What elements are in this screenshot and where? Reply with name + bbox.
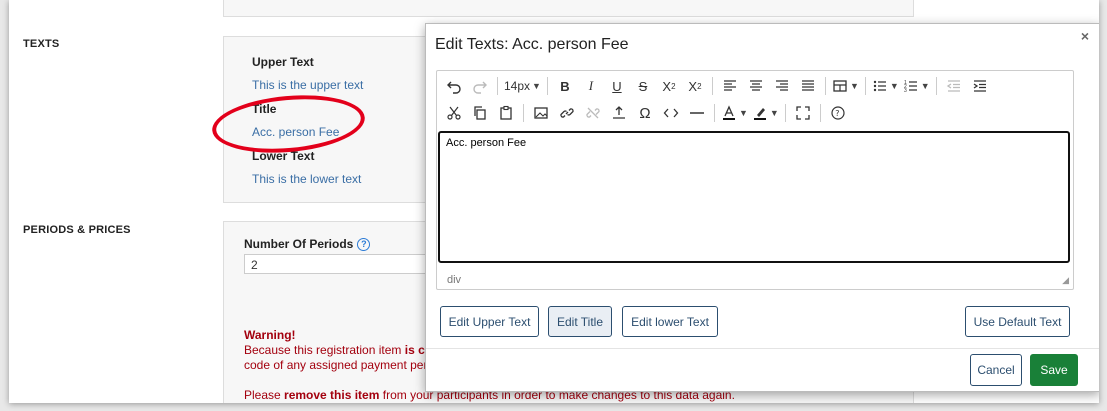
section-label-texts: TEXTS <box>23 38 60 50</box>
image-icon[interactable] <box>530 102 552 124</box>
toolbar-separator <box>523 104 524 122</box>
toolbar-separator <box>864 77 866 95</box>
text-color-icon[interactable]: ▼ <box>721 102 748 124</box>
toolbar-separator <box>497 77 498 95</box>
app-frame: TEXTS Upper Text This is the upper text … <box>9 0 1099 403</box>
chevron-down-icon: ▼ <box>769 108 779 118</box>
align-center-icon[interactable] <box>745 75 767 97</box>
toolbar-row-2: Ω ▼ ▼ ? <box>441 100 851 126</box>
font-size-value: 14px <box>504 79 531 93</box>
help-circle-icon[interactable]: ? <box>827 102 849 124</box>
warning-line3b: remove this item <box>284 388 380 402</box>
close-icon[interactable]: × <box>1081 28 1089 44</box>
numbered-list-icon[interactable]: 1 2 3 ▼ <box>903 75 930 97</box>
modal-footer-divider <box>426 348 1099 349</box>
toolbar-separator <box>784 104 786 122</box>
edit-lower-text-button[interactable]: Edit lower Text <box>622 306 718 337</box>
edit-title-button[interactable]: Edit Title <box>548 306 612 337</box>
cancel-button[interactable]: Cancel <box>970 354 1022 386</box>
font-size-select[interactable]: 14px ▼ <box>504 75 541 97</box>
upper-text-value[interactable]: This is the upper text <box>252 78 363 92</box>
align-right-icon[interactable] <box>771 75 793 97</box>
bullet-list-icon[interactable]: ▼ <box>872 75 899 97</box>
toolbar-row-1: 14px ▼ B I U S X2 X2 ▼ ▼ 1 2 3 ▼ <box>441 73 993 99</box>
num-periods-text: Number Of Periods <box>244 237 354 251</box>
highlight-color-icon[interactable]: ▼ <box>752 102 779 124</box>
editor-content-area[interactable]: Acc. person Fee <box>438 131 1070 263</box>
svg-text:?: ? <box>835 109 839 118</box>
chevron-down-icon: ▼ <box>739 108 748 118</box>
code-icon[interactable] <box>660 102 682 124</box>
cut-icon[interactable] <box>443 102 465 124</box>
warning-line3a: Please <box>244 388 285 402</box>
section-label-periods: PERIODS & PRICES <box>23 224 131 236</box>
rich-text-editor: 14px ▼ B I U S X2 X2 ▼ ▼ 1 2 3 ▼ Ω ▼ ▼ ?… <box>436 70 1074 290</box>
paste-icon[interactable] <box>495 102 517 124</box>
resize-handle-icon[interactable]: ◢ <box>1062 275 1069 286</box>
undo-icon[interactable] <box>443 75 465 97</box>
special-char-icon[interactable]: Ω <box>634 102 656 124</box>
toolbar-separator <box>935 77 937 95</box>
help-icon[interactable]: ? <box>357 238 371 252</box>
editor-status-path: div <box>447 274 462 286</box>
edit-upper-text-button[interactable]: Edit Upper Text <box>440 306 539 337</box>
upper-text-label: Upper Text <box>252 55 314 69</box>
superscript-icon[interactable]: X2 <box>684 75 706 97</box>
edit-texts-modal: Edit Texts: Acc. person Fee × 14px ▼ B I … <box>425 23 1099 392</box>
subscript-icon[interactable]: X2 <box>658 75 680 97</box>
chevron-down-icon: ▼ <box>849 81 859 91</box>
chevron-down-icon: ▼ <box>920 81 930 91</box>
use-default-text-button[interactable]: Use Default Text <box>965 306 1070 337</box>
redo-icon[interactable] <box>469 75 491 97</box>
strikethrough-icon[interactable]: S <box>632 75 654 97</box>
bold-icon[interactable]: B <box>554 75 576 97</box>
num-periods-input[interactable]: 2 <box>244 254 434 274</box>
unlink-icon[interactable] <box>582 102 604 124</box>
horizontal-rule-icon[interactable] <box>686 102 708 124</box>
lower-text-value[interactable]: This is the lower text <box>252 172 361 186</box>
underline-icon[interactable]: U <box>606 75 628 97</box>
italic-icon[interactable]: I <box>580 75 602 97</box>
warning-line1a: Because this registration item <box>244 343 405 357</box>
copy-icon[interactable] <box>469 102 491 124</box>
num-periods-label: Number Of Periods? <box>244 237 371 252</box>
upload-icon[interactable] <box>608 102 630 124</box>
toolbar-separator <box>714 104 715 122</box>
modal-title: Edit Texts: Acc. person Fee <box>435 36 629 53</box>
toolbar-separator <box>819 104 821 122</box>
align-left-icon[interactable] <box>719 75 741 97</box>
toolbar-separator <box>546 77 548 95</box>
chevron-down-icon: ▼ <box>532 81 541 91</box>
toolbar-separator <box>711 77 713 95</box>
indent-icon[interactable] <box>969 75 991 97</box>
top-card-edge <box>223 0 914 17</box>
outdent-icon[interactable] <box>943 75 965 97</box>
fullscreen-icon[interactable] <box>792 102 814 124</box>
save-button[interactable]: Save <box>1030 354 1078 386</box>
table-icon[interactable]: ▼ <box>832 75 859 97</box>
svg-text:3: 3 <box>904 88 907 94</box>
warning-title: Warning! <box>244 328 296 342</box>
chevron-down-icon: ▼ <box>889 81 899 91</box>
align-justify-icon[interactable] <box>797 75 819 97</box>
link-icon[interactable] <box>556 102 578 124</box>
toolbar-separator <box>824 77 826 95</box>
